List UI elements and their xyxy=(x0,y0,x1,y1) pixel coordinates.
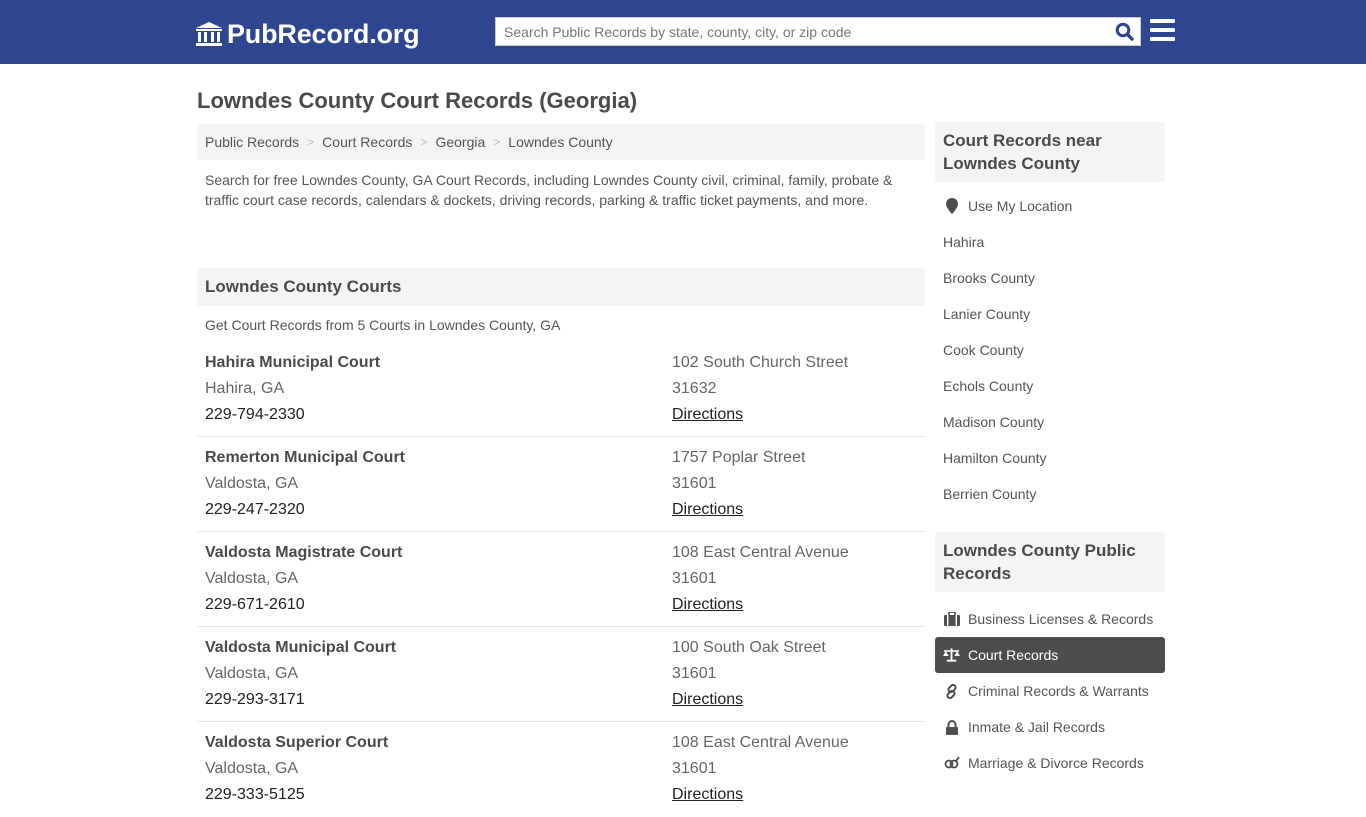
nearby-item-lanier-county[interactable]: Lanier County xyxy=(935,296,1165,332)
sidebar-item-criminal-records[interactable]: Criminal Records & Warrants xyxy=(935,673,1165,709)
court-item: Remerton Municipal Court Valdosta, GA 22… xyxy=(197,437,925,532)
sidebar-item-label: Criminal Records & Warrants xyxy=(968,683,1149,699)
courthouse-icon xyxy=(196,22,222,46)
court-city: Valdosta, GA xyxy=(205,570,299,587)
nearby-item-brooks-county[interactable]: Brooks County xyxy=(935,260,1165,296)
court-address: 108 East Central Avenue xyxy=(672,544,849,561)
scales-icon xyxy=(943,647,960,663)
court-city: Valdosta, GA xyxy=(205,475,299,492)
breadcrumb-public-records[interactable]: Public Records xyxy=(205,134,299,150)
court-name: Remerton Municipal Court xyxy=(205,449,406,466)
gender-rings-icon xyxy=(943,755,960,771)
court-zip: 31601 xyxy=(672,760,717,777)
breadcrumb-separator: > xyxy=(307,135,315,149)
sidebar-item-label: Marriage & Divorce Records xyxy=(968,755,1144,771)
breadcrumb-court-records[interactable]: Court Records xyxy=(322,134,412,150)
sidebar-item-label: Inmate & Jail Records xyxy=(968,719,1105,735)
hamburger-menu-icon[interactable] xyxy=(1150,19,1175,41)
court-name: Hahira Municipal Court xyxy=(205,354,381,371)
sidebar-item-inmate-records[interactable]: Inmate & Jail Records xyxy=(935,709,1165,745)
search-button[interactable] xyxy=(1108,18,1140,45)
nearby-item-cook-county[interactable]: Cook County xyxy=(935,332,1165,368)
courts-subtext: Get Court Records from 5 Courts in Lownd… xyxy=(205,317,561,333)
search-icon xyxy=(1115,22,1134,41)
court-name: Valdosta Municipal Court xyxy=(205,639,397,656)
nearby-item-madison-county[interactable]: Madison County xyxy=(935,404,1165,440)
logo-text: PubRecord.org xyxy=(227,18,420,49)
court-phone[interactable]: 229-671-2610 xyxy=(205,592,672,618)
courts-list: Hahira Municipal Court Hahira, GA 229-79… xyxy=(197,342,925,817)
nearby-heading: Court Records near Lowndes County xyxy=(935,122,1165,182)
court-zip: 31601 xyxy=(672,665,717,682)
court-city: Hahira, GA xyxy=(205,380,285,397)
court-name: Valdosta Magistrate Court xyxy=(205,544,403,561)
sidebar-item-business-licenses[interactable]: Business Licenses & Records xyxy=(935,601,1165,637)
search-input[interactable] xyxy=(496,18,1108,45)
court-city: Valdosta, GA xyxy=(205,665,299,682)
sidebar-item-label: Court Records xyxy=(968,647,1059,663)
breadcrumb-separator: > xyxy=(493,135,501,149)
court-address: 100 South Oak Street xyxy=(672,639,826,656)
directions-link[interactable]: Directions xyxy=(672,786,743,803)
link-icon xyxy=(943,683,960,699)
directions-link[interactable]: Directions xyxy=(672,501,743,518)
court-phone[interactable]: 229-333-5125 xyxy=(205,782,672,808)
public-records-list: Business Licenses & Records Court Record… xyxy=(935,592,1165,781)
sidebar: Court Records near Lowndes County Use My… xyxy=(935,122,1165,781)
search-bar xyxy=(495,17,1141,46)
court-address: 1757 Poplar Street xyxy=(672,449,806,466)
breadcrumb: Public Records > Court Records > Georgia… xyxy=(197,124,925,160)
court-city: Valdosta, GA xyxy=(205,760,299,777)
court-item: Valdosta Magistrate Court Valdosta, GA 2… xyxy=(197,532,925,627)
sidebar-item-marriage-divorce[interactable]: Marriage & Divorce Records xyxy=(935,745,1165,781)
nearby-item-hahira[interactable]: Hahira xyxy=(935,224,1165,260)
court-name: Valdosta Superior Court xyxy=(205,734,389,751)
lock-icon xyxy=(943,719,960,735)
nearby-item-hamilton-county[interactable]: Hamilton County xyxy=(935,440,1165,476)
top-navbar: PubRecord.org xyxy=(0,0,1366,64)
main-content: Public Records > Court Records > Georgia… xyxy=(197,124,925,817)
sidebar-item-court-records[interactable]: Court Records xyxy=(935,637,1165,673)
directions-link[interactable]: Directions xyxy=(672,691,743,708)
sidebar-item-label: Business Licenses & Records xyxy=(968,611,1154,627)
intro-text: Search for free Lowndes County, GA Court… xyxy=(205,172,893,208)
court-zip: 31601 xyxy=(672,570,717,587)
courts-section-heading: Lowndes County Courts xyxy=(197,268,925,306)
use-my-location-label: Use My Location xyxy=(968,198,1073,214)
nearby-item-berrien-county[interactable]: Berrien County xyxy=(935,476,1165,512)
nearby-list: Use My Location Hahira Brooks County Lan… xyxy=(935,182,1165,512)
directions-link[interactable]: Directions xyxy=(672,406,743,423)
public-records-section: Lowndes County Public Records Business L… xyxy=(935,532,1165,781)
court-item: Hahira Municipal Court Hahira, GA 229-79… xyxy=(197,342,925,437)
public-records-heading: Lowndes County Public Records xyxy=(935,532,1165,592)
court-address: 108 East Central Avenue xyxy=(672,734,849,751)
map-marker-icon xyxy=(943,198,960,214)
court-phone[interactable]: 229-794-2330 xyxy=(205,402,672,428)
briefcase-icon xyxy=(943,611,960,627)
use-my-location-link[interactable]: Use My Location xyxy=(935,188,1165,224)
breadcrumb-lowndes-county[interactable]: Lowndes County xyxy=(508,134,612,150)
breadcrumb-separator: > xyxy=(420,135,428,149)
court-zip: 31632 xyxy=(672,380,717,397)
court-address: 102 South Church Street xyxy=(672,354,849,371)
court-zip: 31601 xyxy=(672,475,717,492)
site-logo[interactable]: PubRecord.org xyxy=(195,17,420,51)
breadcrumb-georgia[interactable]: Georgia xyxy=(435,134,485,150)
directions-link[interactable]: Directions xyxy=(672,596,743,613)
page-title: Lowndes County Court Records (Georgia) xyxy=(197,88,638,113)
nearby-item-echols-county[interactable]: Echols County xyxy=(935,368,1165,404)
court-phone[interactable]: 229-293-3171 xyxy=(205,687,672,713)
court-phone[interactable]: 229-247-2320 xyxy=(205,497,672,523)
court-item: Valdosta Municipal Court Valdosta, GA 22… xyxy=(197,627,925,722)
court-item: Valdosta Superior Court Valdosta, GA 229… xyxy=(197,722,925,817)
